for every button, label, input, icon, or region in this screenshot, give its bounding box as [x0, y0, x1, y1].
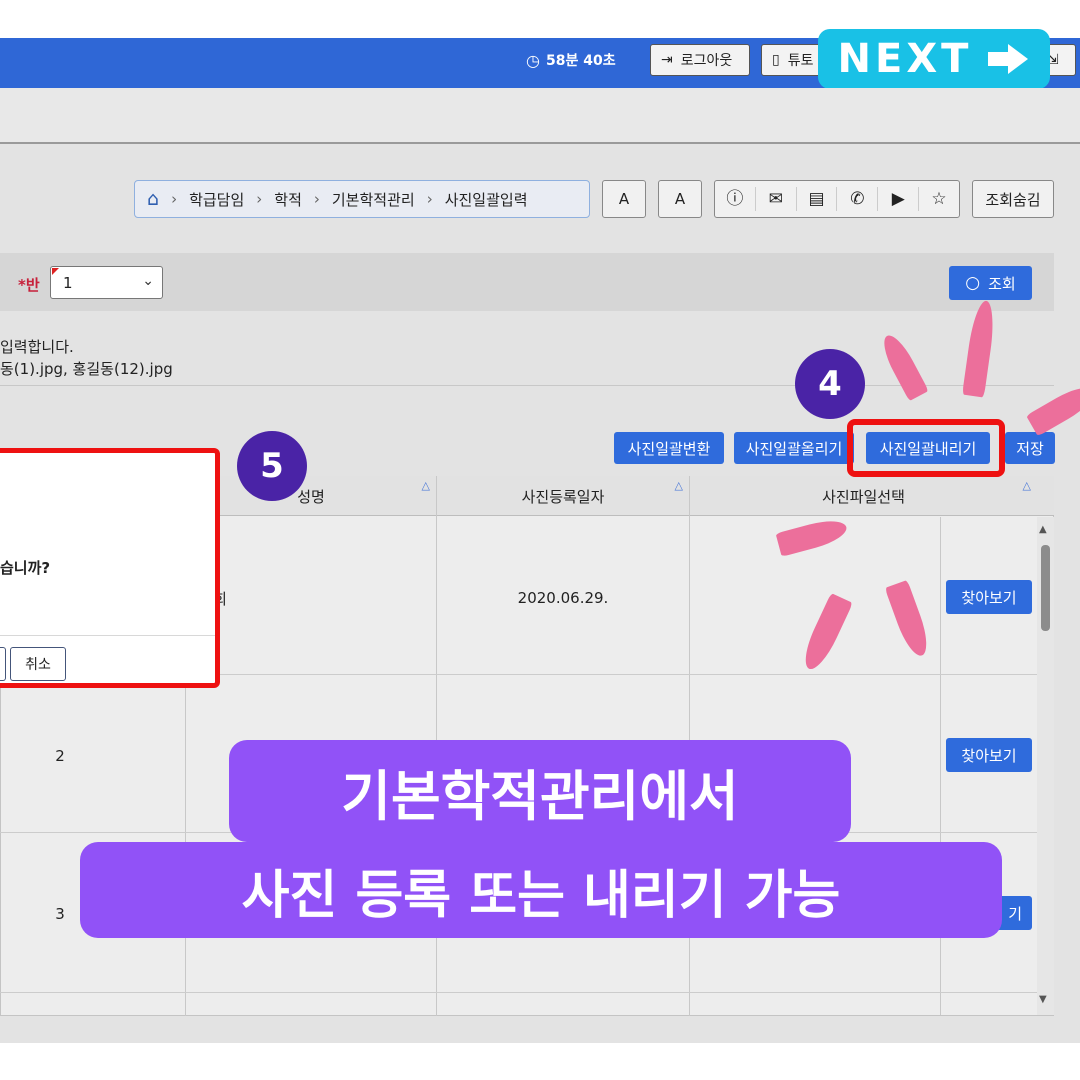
- step-badge-label: 4: [818, 364, 842, 404]
- step-badge-5: 5: [237, 431, 307, 501]
- caption-text: 사진 등록 또는 내리기 가능: [241, 865, 841, 926]
- help-icon[interactable]: ⓘ: [715, 187, 756, 211]
- row-divider: [0, 992, 1037, 993]
- cell-number: 2: [55, 747, 65, 765]
- chat-icon[interactable]: ✉: [756, 187, 797, 211]
- info-line: 동(1).jpg, 홍길동(12).jpg: [0, 360, 173, 378]
- chevron-right-icon: ›: [313, 190, 320, 208]
- font-decrease-label: A: [618, 190, 630, 208]
- sort-icon[interactable]: △: [1023, 479, 1031, 492]
- browse-button[interactable]: 찾아보기: [946, 580, 1032, 614]
- sort-icon[interactable]: △: [675, 479, 683, 492]
- star-icon[interactable]: ☆: [919, 187, 959, 211]
- browse-label: 찾아보기: [961, 588, 1017, 607]
- logout-icon: ⇥: [661, 52, 673, 68]
- next-label: NEXT: [837, 36, 973, 82]
- confirm-question: 습니까?: [0, 559, 51, 577]
- search-label: 조회: [988, 274, 1016, 293]
- home-icon[interactable]: ⌂: [147, 188, 159, 210]
- search-icon: ○: [965, 273, 981, 293]
- font-decrease-button[interactable]: A: [602, 180, 646, 218]
- column-header-date[interactable]: 사진등록일자 △: [437, 476, 689, 516]
- breadcrumb-item[interactable]: 학급담임: [189, 189, 244, 210]
- cancel-label: 취소: [25, 657, 51, 673]
- scroll-up-icon[interactable]: ▲: [1039, 524, 1047, 535]
- phone-icon[interactable]: ✆: [837, 187, 879, 211]
- font-increase-label: A: [674, 190, 686, 208]
- arrow-right-icon: [988, 44, 1029, 74]
- browse-label: 찾아보기: [961, 746, 1017, 765]
- chevron-right-icon: ›: [256, 190, 263, 208]
- save-label: 저장: [1016, 439, 1044, 458]
- column-header-name[interactable]: 성명 △: [186, 476, 436, 516]
- breadcrumb-item[interactable]: 기본학적관리: [332, 189, 415, 210]
- breadcrumb: ⌂ › 학급담임 › 학적 › 기본학적관리 › 사진일괄입력: [134, 180, 590, 218]
- batch-upload-label: 사진일괄올리기: [745, 439, 843, 458]
- column-divider: [940, 517, 941, 1015]
- class-select-value: 1: [63, 273, 73, 292]
- column-header-label: 사진파일선택: [822, 487, 905, 506]
- scrollbar-thumb[interactable]: [1041, 545, 1050, 631]
- column-header-file[interactable]: 사진파일선택 △: [690, 476, 1037, 516]
- tablet-icon: ▯: [772, 52, 780, 68]
- hide-search-button[interactable]: 조회숨김: [972, 180, 1054, 218]
- hide-search-label: 조회숨김: [985, 190, 1041, 209]
- document-icon[interactable]: ▤: [797, 187, 838, 211]
- logout-label: 로그아웃: [680, 53, 733, 69]
- font-increase-button[interactable]: A: [658, 180, 702, 218]
- chevron-right-icon: ›: [426, 190, 433, 208]
- required-mark: [52, 268, 59, 275]
- batch-convert-label: 사진일괄변환: [627, 439, 711, 458]
- info-text: 입력합니다. 동(1).jpg, 홍길동(12).jpg: [0, 336, 173, 380]
- breadcrumb-item[interactable]: 사진일괄입력: [445, 189, 528, 210]
- tool-icon-bar: ⓘ ✉ ▤ ✆ ▶ ☆: [714, 180, 960, 218]
- scroll-down-icon[interactable]: ▼: [1039, 994, 1047, 1005]
- step-badge-4: 4: [795, 349, 865, 419]
- highlight-frame: [847, 419, 1005, 477]
- save-button[interactable]: 저장: [1005, 432, 1055, 464]
- step-badge-label: 5: [260, 446, 284, 486]
- batch-convert-button[interactable]: 사진일괄변환: [614, 432, 724, 464]
- info-line: 입력합니다.: [0, 338, 74, 356]
- session-timer-text: 58분 40초: [545, 53, 616, 69]
- confirm-button[interactable]: [0, 647, 6, 681]
- caption-line-2: 사진 등록 또는 내리기 가능: [80, 842, 1002, 938]
- chevron-right-icon: ›: [171, 190, 178, 208]
- column-header-label: 성명: [297, 487, 325, 506]
- breadcrumb-item[interactable]: 학적: [274, 189, 302, 210]
- cell-date: 2020.06.29.: [517, 589, 609, 607]
- caption-text: 기본학적관리에서: [341, 764, 739, 828]
- caption-line-1: 기본학적관리에서: [229, 740, 851, 842]
- logout-button[interactable]: ⇥ 로그아웃: [650, 44, 750, 76]
- session-timer: ◷ 58분 40초: [526, 50, 616, 70]
- dialog-divider: [0, 635, 215, 636]
- browse-label: 기: [1008, 904, 1022, 923]
- cancel-button[interactable]: 취소: [10, 647, 66, 681]
- class-select[interactable]: 1 ⌄: [50, 266, 163, 299]
- chevron-down-icon: ⌄: [142, 273, 154, 289]
- class-label: *반: [18, 276, 40, 294]
- column-header-label: 사진등록일자: [521, 487, 605, 506]
- clock-icon: ◷: [526, 50, 540, 70]
- confirm-dialog: 습니까? 취소: [0, 448, 220, 688]
- tutorial-label: 튜토: [787, 53, 814, 69]
- next-banner[interactable]: NEXT: [818, 29, 1050, 89]
- browse-button[interactable]: 찾아보기: [946, 738, 1032, 772]
- sub-header: [0, 88, 1080, 144]
- divider: [0, 385, 1054, 386]
- sort-icon[interactable]: △: [422, 479, 430, 492]
- video-icon[interactable]: ▶: [878, 187, 920, 211]
- search-button[interactable]: ○ 조회: [949, 266, 1032, 300]
- batch-upload-button[interactable]: 사진일괄올리기: [734, 432, 854, 464]
